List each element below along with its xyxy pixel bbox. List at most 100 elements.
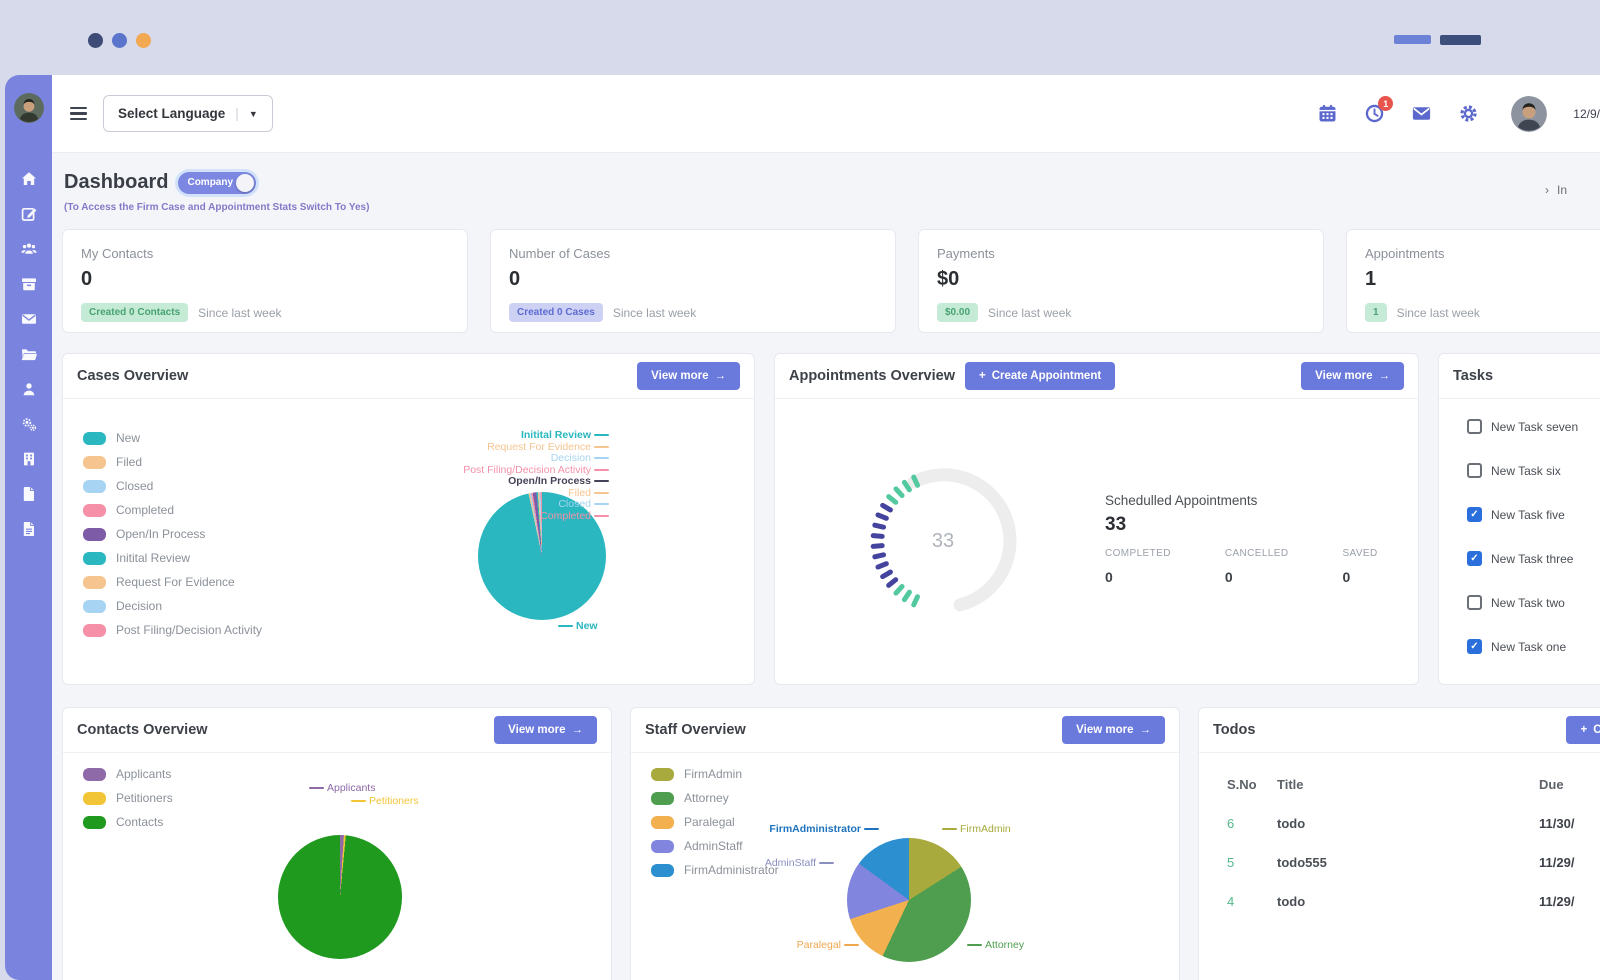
create-todo-button[interactable]: + Create [1566,716,1600,744]
callout-line [594,492,609,494]
sidebar-item-file-lines[interactable] [20,520,38,538]
task-item: ✓New Task five [1467,507,1600,522]
legend-item: Post Filing/Decision Activity [83,623,333,637]
legend-swatch [83,456,106,469]
tasks-card: Tasks New Task sevenNew Task six✓New Tas… [1438,353,1600,685]
callout-line [844,944,859,946]
sidebar-item-gears[interactable] [20,415,38,433]
callout-line [594,503,609,505]
sidebar-item-building[interactable] [20,450,38,468]
sidebar-item-file[interactable] [20,485,38,503]
tasks-title: Tasks [1453,368,1493,384]
legend-label: Initital Review [116,551,190,565]
todo-due: 11/30/ [1539,816,1600,831]
pie-callout: Petitioners [348,795,419,807]
mail-icon [20,310,38,328]
legend-swatch [651,864,674,877]
callout-line [594,515,609,517]
view-more-label: View more [1076,724,1133,736]
stat-card-value: $0 [937,268,1305,291]
staff-view-more-button[interactable]: View more → [1062,716,1165,744]
pie-callout: Attorney [964,939,1024,951]
language-selector[interactable]: Select Language | ▼ [103,95,273,132]
contacts-pie-area: ApplicantsPetitionersContacts Applicants… [63,753,611,980]
callout-label: FirmAdmin [960,823,1011,835]
task-checkbox[interactable] [1467,419,1482,434]
task-item: ✓ New Task three [1467,551,1600,566]
user-avatar[interactable] [1511,96,1547,132]
breadcrumb-item[interactable]: In [1557,183,1567,197]
create-appointment-button[interactable]: + Create Appointment [965,362,1115,390]
legend-item: Attorney [651,791,779,805]
sidebar-item-edit[interactable] [20,205,38,223]
legend-item: Request For Evidence [83,575,333,589]
sidebar-item-mail[interactable] [20,310,38,328]
legend-swatch [83,576,106,589]
callout-label: Applicants [327,782,375,794]
gauge-value: 33 [863,461,1023,621]
company-toggle-label: Company [178,177,236,188]
pie-callout: Applicants [306,782,375,794]
appointments-view-more-button[interactable]: View more → [1301,362,1404,390]
legend-item: Paralegal [651,815,779,829]
legend-swatch [651,768,674,781]
callout-label: Open/In Process [508,475,591,487]
company-toggle[interactable]: Company [178,172,256,194]
task-checkbox[interactable]: ✓ [1467,639,1482,654]
col-title: Title [1277,777,1539,792]
task-checkbox[interactable]: ✓ [1467,551,1482,566]
task-checkbox[interactable]: ✓ [1467,507,1482,522]
task-checkbox[interactable] [1467,595,1482,610]
sidebar-item-archive[interactable] [20,275,38,293]
legend-label: Petitioners [116,791,173,805]
sidebar-item-user[interactable] [20,380,38,398]
legend-swatch [83,480,106,493]
sidebar-item-users[interactable] [20,240,38,258]
task-label: New Task three [1491,552,1573,566]
cases-overview-card: Cases Overview View more → NewFiledClose… [62,353,755,685]
contacts-view-more-button[interactable]: View more → [494,716,597,744]
page-subtitle: (To Access the Firm Case and Appointment… [64,202,1600,213]
window-dot-1 [88,33,103,48]
legend-swatch [83,624,106,637]
bottom-row: Contacts Overview View more → Applicants… [62,707,1600,980]
legend-label: Contacts [116,815,163,829]
todo-row: 6todo11/30/ [1227,804,1600,843]
legend-item: Petitioners [83,791,173,805]
menu-toggle-icon[interactable] [70,107,87,121]
callout-line [594,457,609,459]
mail-icon[interactable] [1411,103,1432,124]
clock-icon[interactable]: 1 [1364,103,1385,124]
stat-card-value: 1 [1365,268,1600,291]
contacts-overview-title: Contacts Overview [77,722,208,738]
calendar-icon[interactable] [1317,103,1338,124]
pie-callout: FirmAdministrator [769,823,882,835]
todo-sno: 5 [1227,855,1277,870]
scheduled-appointments-label: Schedulled Appointments [1105,493,1404,508]
saved-value: 0 [1342,569,1404,585]
legend-item: Completed [83,503,333,517]
staff-overview-title: Staff Overview [645,722,746,738]
cases-view-more-button[interactable]: View more → [637,362,740,390]
sidebar-avatar[interactable] [14,93,44,123]
chevron-down-icon: ▼ [249,109,258,119]
stat-card-note: Since last week [613,306,696,320]
sidebar-item-home[interactable] [20,170,38,188]
legend-swatch [83,432,106,445]
legend-swatch [83,816,106,829]
view-more-label: View more [508,724,565,736]
cancelled-value: 0 [1225,569,1289,585]
legend-label: Filed [116,455,142,469]
gear-icon[interactable] [1458,103,1479,124]
legend-swatch [83,768,106,781]
stat-card-label: Appointments [1365,246,1600,261]
legend-label: Open/In Process [116,527,205,541]
task-checkbox[interactable] [1467,463,1482,478]
legend-swatch [651,816,674,829]
plus-icon: + [1580,724,1587,736]
legend-label: Applicants [116,767,171,781]
home-icon [20,170,38,188]
sidebar-item-folder[interactable] [20,345,38,363]
callout-label: Initital Review [521,429,591,441]
language-selector-label: Select Language [118,106,225,121]
